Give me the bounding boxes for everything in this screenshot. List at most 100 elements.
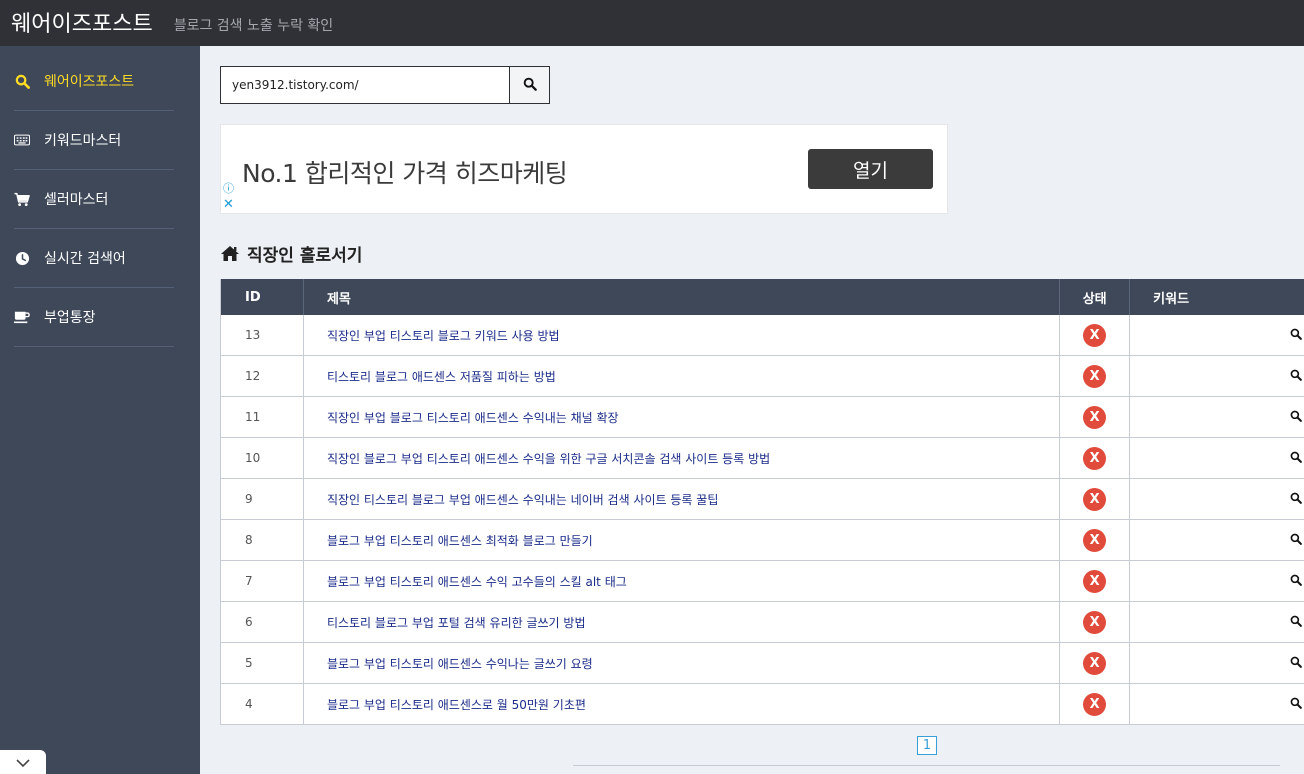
page-1-button[interactable]: 1 xyxy=(917,736,937,755)
row-id: 11 xyxy=(221,397,304,437)
row-title-cell: 티스토리 블로그 애드센스 저품질 피하는 방법 xyxy=(304,356,1061,396)
search-icon[interactable] xyxy=(1290,492,1302,507)
row-title-link[interactable]: 티스토리 블로그 부업 포털 검색 유리한 글쓰기 방법 xyxy=(327,614,586,631)
ad-text: No.1 합리적인 가격 히즈마케팅 xyxy=(242,159,568,188)
ad-open-button[interactable]: 열기 xyxy=(808,149,933,189)
search-icon[interactable] xyxy=(1290,574,1302,589)
search-icon[interactable] xyxy=(1290,656,1302,671)
sidebar-item-label: 실시간 검색어 xyxy=(44,251,126,267)
sidebar-item-realtime-search[interactable]: 실시간 검색어 xyxy=(14,229,174,288)
table-row: 12 티스토리 블로그 애드센스 저품질 피하는 방법 X xyxy=(221,356,1304,397)
search-input[interactable] xyxy=(221,67,509,103)
row-title-cell: 직장인 부업 블로그 티스토리 애드센스 수익내는 채널 확장 xyxy=(304,397,1061,437)
search-icon xyxy=(523,76,537,95)
row-title-cell: 직장인 블로그 부업 티스토리 애드센스 수익을 위한 구글 서치콘솔 검색 사… xyxy=(304,438,1061,478)
table-row: 8 블로그 부업 티스토리 애드센스 최적화 블로그 만들기 X xyxy=(221,520,1304,561)
row-status-cell: X xyxy=(1060,684,1131,724)
row-title-link[interactable]: 티스토리 블로그 애드센스 저품질 피하는 방법 xyxy=(327,368,556,385)
row-title-cell: 블로그 부업 티스토리 애드센스 수익 고수들의 스킬 alt 태그 xyxy=(304,561,1061,601)
chevron-down-icon xyxy=(15,753,31,772)
row-keyword-cell xyxy=(1130,356,1304,396)
row-title-link[interactable]: 직장인 부업 블로그 티스토리 애드센스 수익내는 채널 확장 xyxy=(327,409,619,426)
row-keyword-cell xyxy=(1130,561,1304,601)
row-id: 12 xyxy=(221,356,304,396)
pagination-divider xyxy=(573,765,1280,766)
search-box xyxy=(220,66,550,104)
search-icon[interactable] xyxy=(1290,451,1302,466)
row-keyword-cell xyxy=(1130,315,1304,355)
search-icon[interactable] xyxy=(1290,369,1302,384)
sidebar-item-side-job[interactable]: 부업통장 xyxy=(14,288,174,347)
row-id: 4 xyxy=(221,684,304,724)
status-not-indexed-badge: X xyxy=(1083,651,1107,675)
sidebar-item-label: 웨어이즈포스트 xyxy=(44,74,135,90)
status-not-indexed-badge: X xyxy=(1083,487,1107,511)
table-header: ID 제목 상태 키워드 xyxy=(221,279,1304,315)
table-row: 7 블로그 부업 티스토리 애드센스 수익 고수들의 스킬 alt 태그 X xyxy=(221,561,1304,602)
row-keyword-cell xyxy=(1130,397,1304,437)
row-title-cell: 티스토리 블로그 부업 포털 검색 유리한 글쓰기 방법 xyxy=(304,602,1061,642)
status-not-indexed-badge: X xyxy=(1083,323,1107,347)
status-not-indexed-badge: X xyxy=(1083,692,1107,716)
coffee-icon xyxy=(14,309,30,325)
sidebar-item-sellermaster[interactable]: 셀러마스터 xyxy=(14,170,174,229)
status-not-indexed-badge: X xyxy=(1083,446,1107,470)
brand-title[interactable]: 웨어이즈포스트 xyxy=(11,6,153,38)
ad-banner[interactable]: No.1 합리적인 가격 히즈마케팅 열기 ⓘ ✕ xyxy=(220,124,948,214)
row-status-cell: X xyxy=(1060,561,1131,601)
row-title-link[interactable]: 블로그 부업 티스토리 애드센스 수익 고수들의 스킬 alt 태그 xyxy=(327,573,627,590)
row-title-link[interactable]: 직장인 블로그 부업 티스토리 애드센스 수익을 위한 구글 서치콘솔 검색 사… xyxy=(327,450,770,467)
row-title-link[interactable]: 블로그 부업 티스토리 애드센스 수익나는 글쓰기 요령 xyxy=(327,655,593,672)
cart-icon xyxy=(14,191,30,207)
ad-info-icon[interactable]: ⓘ xyxy=(223,183,234,195)
status-not-indexed-badge: X xyxy=(1083,528,1107,552)
sidebar: 웨어이즈포스트 키워드마스터 셀러마스터 실시간 검색어 부업통장 xyxy=(0,46,200,774)
table-body: 13 직장인 부업 티스토리 블로그 키워드 사용 방법 X 12 티스토리 블로그 애… xyxy=(221,315,1304,725)
search-icon[interactable] xyxy=(1290,328,1302,343)
posts-table: ID 제목 상태 키워드 13 직장인 부업 티스토리 블로그 키워드 사용 방법… xyxy=(220,279,1304,725)
status-not-indexed-badge: X xyxy=(1083,610,1107,634)
row-keyword-cell xyxy=(1130,438,1304,478)
row-status-cell: X xyxy=(1060,479,1131,519)
row-status-cell: X xyxy=(1060,643,1131,683)
collapse-tab[interactable] xyxy=(0,750,46,774)
row-id: 6 xyxy=(221,602,304,642)
sidebar-item-whereispost[interactable]: 웨어이즈포스트 xyxy=(14,52,174,111)
row-keyword-cell xyxy=(1130,479,1304,519)
row-title-link[interactable]: 블로그 부업 티스토리 애드센스로 월 50만원 기초편 xyxy=(327,696,586,713)
section-title-text: 직장인 홀로서기 xyxy=(247,246,363,266)
status-not-indexed-badge: X xyxy=(1083,569,1107,593)
sidebar-item-label: 부업통장 xyxy=(44,310,96,326)
search-icon[interactable] xyxy=(1290,615,1302,630)
header-keyword: 키워드 xyxy=(1153,291,1190,307)
row-title-cell: 직장인 부업 티스토리 블로그 키워드 사용 방법 xyxy=(304,315,1061,355)
clock-icon xyxy=(14,250,30,266)
header-title: 제목 xyxy=(304,279,1061,315)
search-icon[interactable] xyxy=(1290,697,1302,712)
home-icon xyxy=(220,245,240,262)
header-status: 상태 xyxy=(1060,279,1131,315)
ad-close-icon[interactable]: ✕ xyxy=(223,198,234,211)
row-id: 5 xyxy=(221,643,304,683)
row-status-cell: X xyxy=(1060,438,1131,478)
table-row: 11 직장인 부업 블로그 티스토리 애드센스 수익내는 채널 확장 X xyxy=(221,397,1304,438)
row-status-cell: X xyxy=(1060,602,1131,642)
row-title-link[interactable]: 블로그 부업 티스토리 애드센스 최적화 블로그 만들기 xyxy=(327,532,593,549)
row-title-link[interactable]: 직장인 부업 티스토리 블로그 키워드 사용 방법 xyxy=(327,327,560,344)
row-keyword-cell xyxy=(1130,520,1304,560)
table-row: 13 직장인 부업 티스토리 블로그 키워드 사용 방법 X xyxy=(221,315,1304,356)
row-keyword-cell xyxy=(1130,643,1304,683)
status-not-indexed-badge: X xyxy=(1083,364,1107,388)
search-icon xyxy=(14,73,30,89)
row-status-cell: X xyxy=(1060,520,1131,560)
sidebar-item-label: 키워드마스터 xyxy=(44,133,122,149)
search-button[interactable] xyxy=(509,67,549,103)
row-title-link[interactable]: 직장인 티스토리 블로그 부업 애드센스 수익내는 네이버 검색 사이트 등록 … xyxy=(327,491,718,508)
keyboard-icon xyxy=(14,132,30,148)
table-row: 6 티스토리 블로그 부업 포털 검색 유리한 글쓰기 방법 X xyxy=(221,602,1304,643)
sidebar-item-keywordmaster[interactable]: 키워드마스터 xyxy=(14,111,174,170)
row-keyword-cell xyxy=(1130,684,1304,724)
row-id: 9 xyxy=(221,479,304,519)
search-icon[interactable] xyxy=(1290,410,1302,425)
search-icon[interactable] xyxy=(1290,533,1302,548)
